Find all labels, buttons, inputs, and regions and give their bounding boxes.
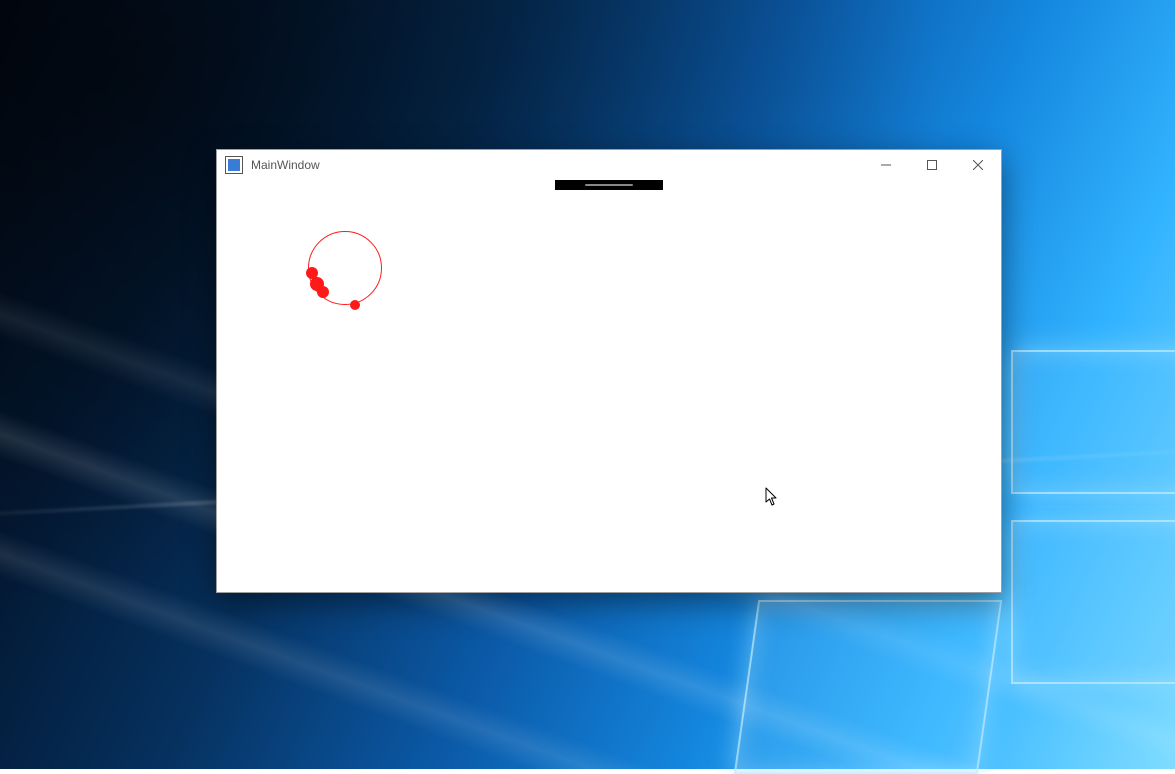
- wallpaper-pane: [1011, 520, 1175, 684]
- wallpaper-pane: [1011, 350, 1175, 494]
- spinner-dot: [317, 286, 329, 298]
- desktop-wallpaper: MainWindow: [0, 0, 1175, 769]
- cursor-icon: [765, 487, 779, 507]
- client-area: [217, 180, 1001, 592]
- loading-spinner: [308, 231, 382, 305]
- spinner-dot: [350, 300, 360, 310]
- minimize-button[interactable]: [863, 150, 909, 180]
- wallpaper-pane: [734, 600, 1002, 774]
- title-bar[interactable]: MainWindow: [217, 150, 1001, 180]
- app-window: MainWindow: [216, 149, 1002, 593]
- maximize-button[interactable]: [909, 150, 955, 180]
- app-icon: [225, 156, 243, 174]
- close-button[interactable]: [955, 150, 1001, 180]
- drag-handle-bar[interactable]: [555, 180, 663, 190]
- window-title: MainWindow: [251, 158, 320, 172]
